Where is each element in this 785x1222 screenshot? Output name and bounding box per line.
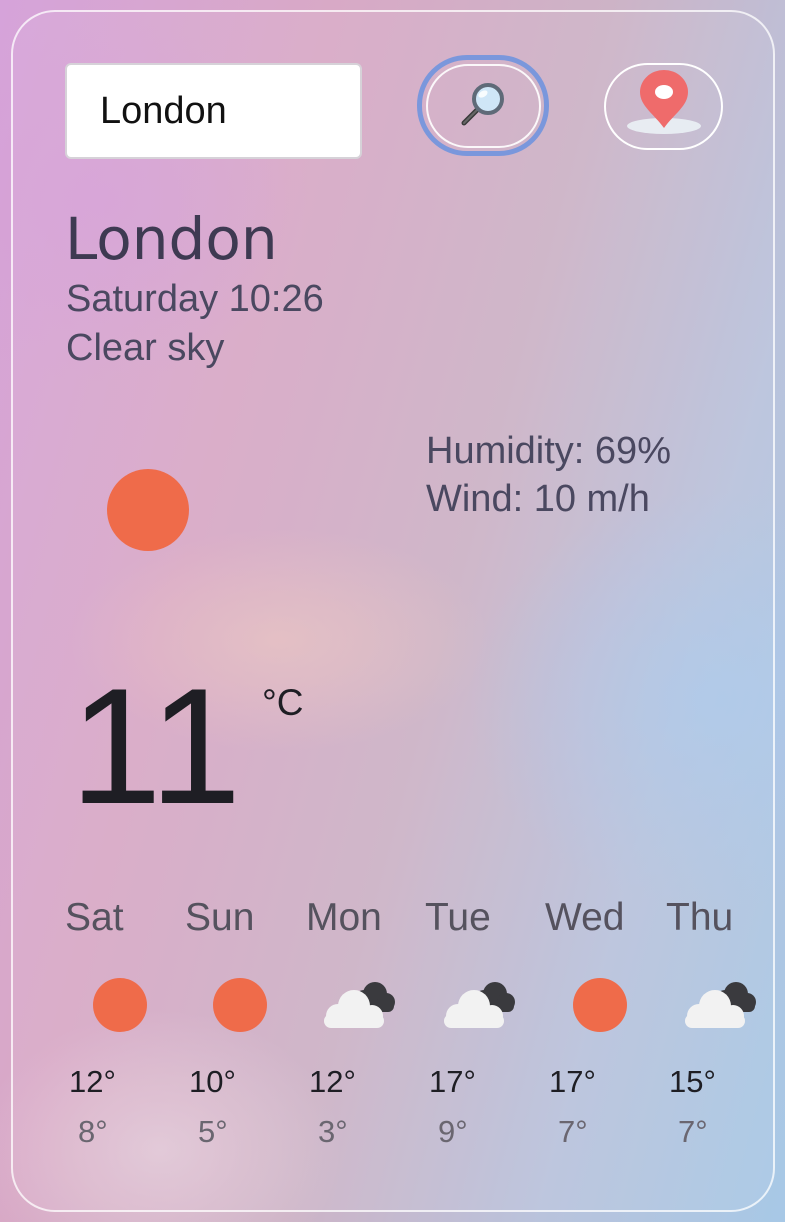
sun-icon bbox=[107, 469, 189, 551]
humidity-text: Humidity: 69% bbox=[426, 430, 671, 472]
forecast-low-tue: 9° bbox=[438, 1114, 468, 1149]
forecast-day-wed: Wed bbox=[545, 896, 625, 939]
forecast-high-tue: 17° bbox=[429, 1064, 476, 1099]
wind-text: Wind: 10 m/h bbox=[426, 478, 650, 520]
city-search-input[interactable] bbox=[65, 63, 362, 159]
current-location-button[interactable] bbox=[604, 63, 723, 150]
search-button[interactable] bbox=[417, 55, 549, 156]
forecast-low-thu: 7° bbox=[678, 1114, 708, 1149]
cloud-icon bbox=[440, 978, 520, 1038]
magnifier-icon bbox=[458, 79, 508, 132]
weather-details: Humidity: 69% Wind: 10 m/h bbox=[426, 427, 671, 523]
forecast-high-sun: 10° bbox=[189, 1064, 236, 1099]
forecast-low-wed: 7° bbox=[558, 1114, 588, 1149]
cloud-icon bbox=[681, 978, 761, 1038]
forecast-low-mon: 3° bbox=[318, 1114, 348, 1149]
weather-description: Clear sky bbox=[66, 327, 225, 369]
forecast-day-tue: Tue bbox=[425, 896, 491, 939]
temperature-unit: °C bbox=[262, 682, 304, 723]
forecast-day-sat: Sat bbox=[65, 896, 124, 939]
sun-icon bbox=[573, 978, 627, 1032]
map-pin-icon bbox=[624, 70, 704, 143]
search-button-inner bbox=[425, 63, 541, 148]
forecast-day-mon: Mon bbox=[306, 896, 382, 939]
forecast-high-mon: 12° bbox=[309, 1064, 356, 1099]
forecast-high-sat: 12° bbox=[69, 1064, 116, 1099]
forecast-high-wed: 17° bbox=[549, 1064, 596, 1099]
cloud-icon bbox=[320, 978, 400, 1038]
forecast-low-sat: 8° bbox=[78, 1114, 108, 1149]
forecast-high-thu: 15° bbox=[669, 1064, 716, 1099]
sun-icon bbox=[93, 978, 147, 1032]
current-temperature: 11 bbox=[70, 654, 242, 838]
forecast-day-sun: Sun bbox=[185, 896, 255, 939]
forecast-day-thu: Thu bbox=[666, 896, 734, 939]
forecast-low-sun: 5° bbox=[198, 1114, 228, 1149]
date-time: Saturday 10:26 bbox=[66, 278, 324, 320]
city-name: London bbox=[65, 205, 278, 273]
sun-icon bbox=[213, 978, 267, 1032]
